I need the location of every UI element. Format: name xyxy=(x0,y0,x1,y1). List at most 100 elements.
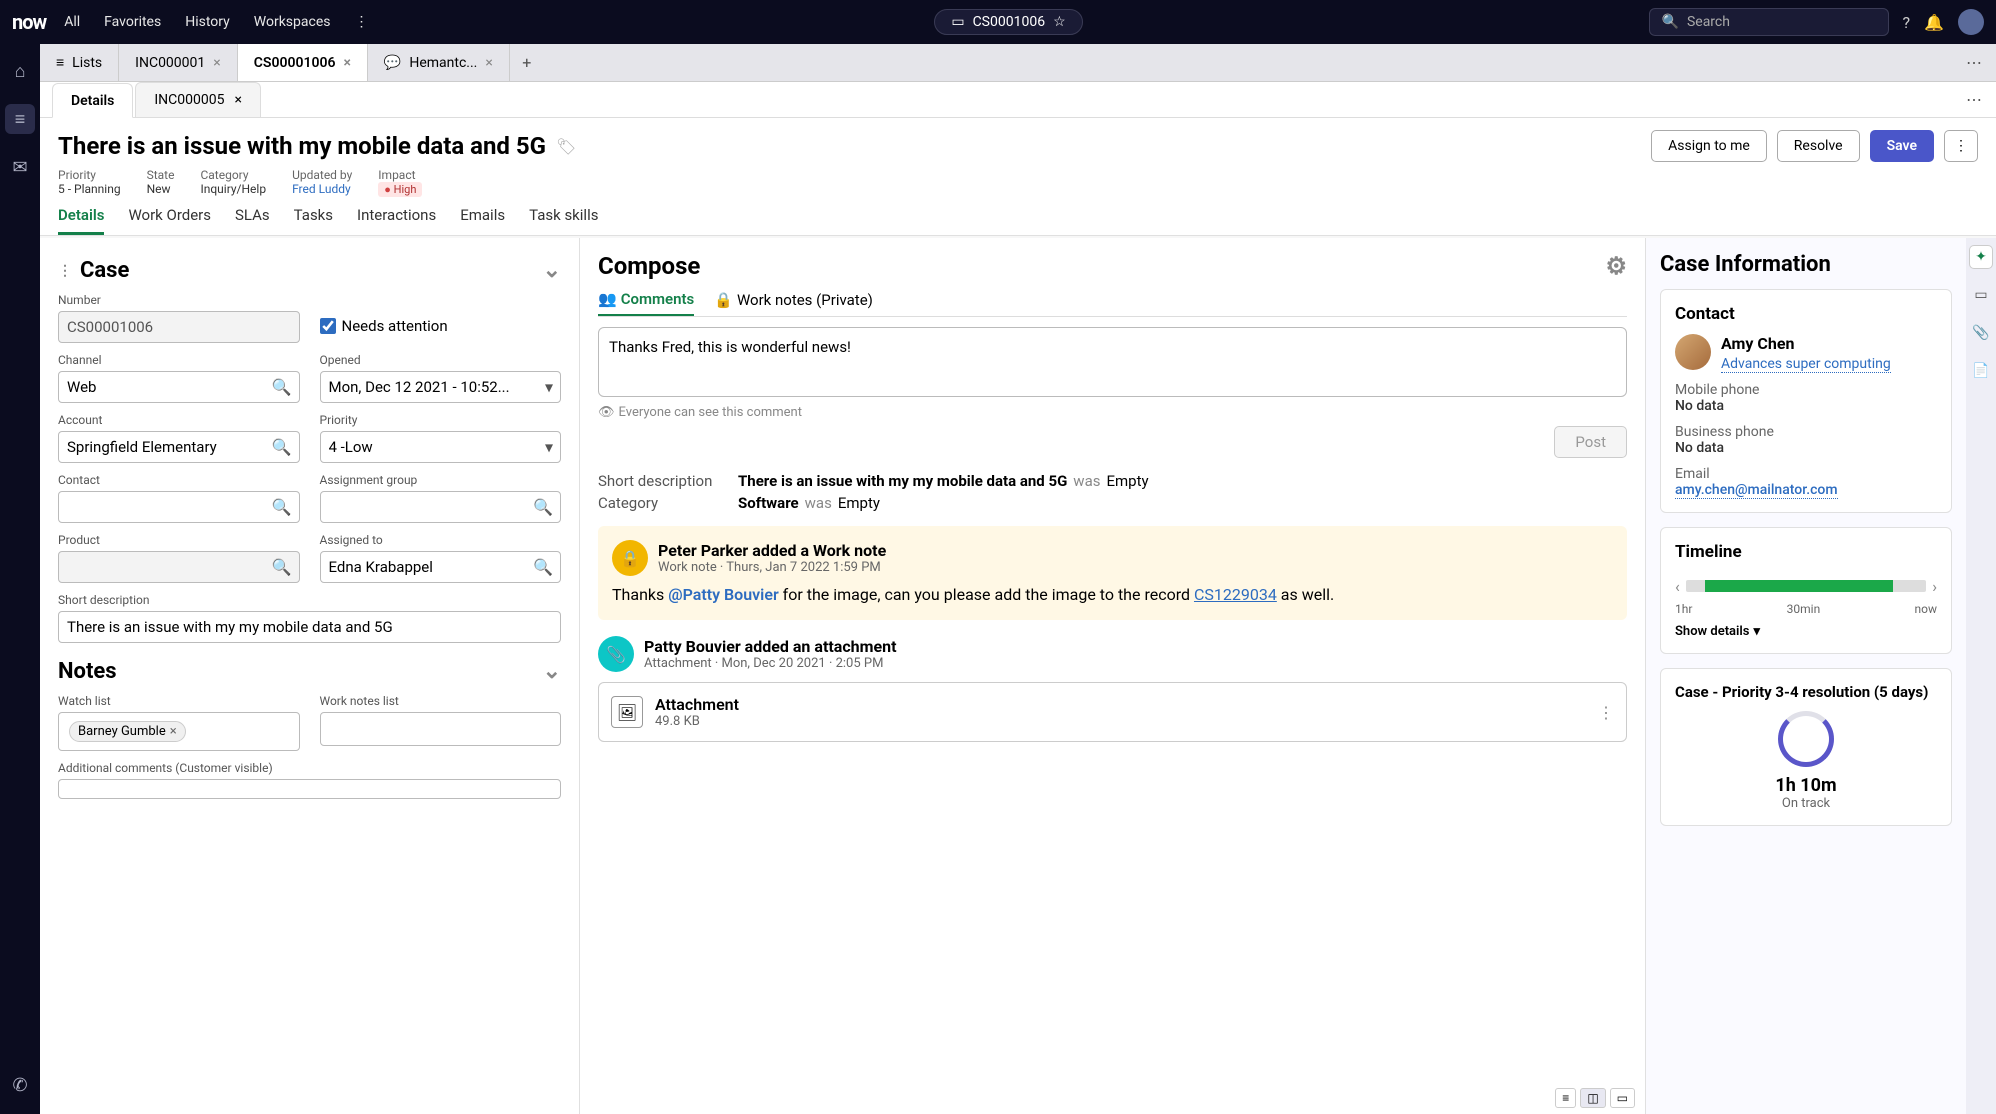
subtab-more-icon[interactable]: ⋯ xyxy=(1952,82,1996,117)
ctab-label: Work notes (Private) xyxy=(737,291,873,309)
tab-cs00001006[interactable]: CS00001006 × xyxy=(238,44,368,81)
field-changes: Short description There is an issue with… xyxy=(598,472,1627,512)
agent-assist-icon[interactable]: ✦ xyxy=(1970,246,1992,268)
watch-list-field[interactable]: Barney Gumble× xyxy=(58,712,300,751)
nav-history[interactable]: History xyxy=(185,14,230,30)
view-full-icon[interactable]: ▭ xyxy=(1610,1088,1635,1108)
rtab-slas[interactable]: SLAs xyxy=(235,206,270,235)
search-icon[interactable]: 🔍 xyxy=(272,438,292,457)
assign-to-me-button[interactable]: Assign to me xyxy=(1651,130,1767,162)
nav-all[interactable]: All xyxy=(64,14,80,30)
help-icon[interactable]: ? xyxy=(1903,13,1911,32)
record-pill[interactable]: ▭ CS0001006 ☆ xyxy=(934,9,1082,35)
compose-tab-worknotes[interactable]: 🔒Work notes (Private) xyxy=(714,290,873,316)
email-value[interactable]: amy.chen@mailnator.com xyxy=(1675,482,1838,499)
rtab-interactions[interactable]: Interactions xyxy=(357,206,436,235)
nav-more-icon[interactable]: ⋮ xyxy=(354,14,368,30)
tabstrip-more-icon[interactable]: ⋯ xyxy=(1952,44,1996,81)
search-icon[interactable]: 🔍 xyxy=(272,378,292,397)
tab-inc000001[interactable]: INC000001 × xyxy=(119,44,238,81)
needs-attention-checkbox[interactable] xyxy=(320,318,336,334)
short-desc-label: Short description xyxy=(58,593,561,607)
search-icon[interactable]: 🔍 xyxy=(533,558,553,577)
work-notes-list-field[interactable] xyxy=(320,712,562,746)
drag-handle-icon[interactable]: ⋮ xyxy=(58,263,72,279)
image-icon: 🖼 xyxy=(611,696,643,728)
home-icon[interactable]: ⌂ xyxy=(5,56,35,86)
subtab-inc000005[interactable]: INC000005 × xyxy=(135,82,261,117)
more-actions-icon[interactable]: ⋮ xyxy=(1944,130,1978,162)
post-button[interactable]: Post xyxy=(1554,426,1627,458)
tab-hemantc[interactable]: 💬 Hemantc... × xyxy=(368,44,510,81)
tab-lists[interactable]: ≡ Lists xyxy=(40,44,119,81)
subtab-label: Details xyxy=(71,93,114,109)
inbox-icon[interactable]: ✉ xyxy=(5,152,35,182)
phone-icon[interactable]: ✆ xyxy=(5,1070,35,1100)
short-desc-field[interactable] xyxy=(58,611,561,643)
search-icon[interactable]: 🔍 xyxy=(272,558,292,577)
rtab-work-orders[interactable]: Work Orders xyxy=(128,206,211,235)
view-list-icon[interactable]: ≡ xyxy=(1555,1088,1576,1108)
contact-name[interactable]: Amy Chen xyxy=(1721,334,1891,353)
chevron-left-icon[interactable]: ‹ xyxy=(1675,577,1680,596)
compose-textarea[interactable] xyxy=(598,327,1627,397)
save-button[interactable]: Save xyxy=(1870,130,1934,162)
close-icon[interactable]: × xyxy=(213,55,220,71)
tag-icon[interactable]: 🏷 xyxy=(556,137,576,156)
eye-icon: 👁 xyxy=(598,405,615,420)
star-icon[interactable]: ☆ xyxy=(1053,14,1066,30)
contact-sub-link[interactable]: Advances super computing xyxy=(1721,356,1891,373)
nav-workspaces[interactable]: Workspaces xyxy=(254,14,331,30)
channel-field[interactable] xyxy=(58,371,300,403)
chevron-down-icon[interactable]: ▾ xyxy=(545,378,553,397)
close-icon[interactable]: × xyxy=(234,92,241,108)
chevron-down-icon[interactable]: ⌄ xyxy=(543,659,561,684)
close-icon[interactable]: × xyxy=(343,55,350,71)
topbar: now All Favorites History Workspaces ⋮ ▭… xyxy=(0,0,1996,44)
chevron-right-icon[interactable]: › xyxy=(1932,577,1937,596)
opened-field[interactable] xyxy=(320,371,562,403)
timeline-bar[interactable] xyxy=(1686,580,1926,592)
chevron-down-icon[interactable]: ▾ xyxy=(545,438,553,457)
compose-tab-comments[interactable]: 👥Comments xyxy=(598,290,694,316)
assigned-to-field[interactable] xyxy=(320,551,562,583)
mention-link[interactable]: @Patty Bouvier xyxy=(668,585,778,604)
user-avatar[interactable] xyxy=(1958,9,1984,35)
email-label: Email xyxy=(1675,466,1937,482)
resolve-button[interactable]: Resolve xyxy=(1777,130,1860,162)
rtab-task-skills[interactable]: Task skills xyxy=(529,206,598,235)
meta-updatedby-value[interactable]: Fred Luddy xyxy=(292,182,351,196)
remove-chip-icon[interactable]: × xyxy=(170,724,177,739)
meta-category-value: Inquiry/Help xyxy=(200,182,266,196)
view-split-icon[interactable]: ◫ xyxy=(1580,1088,1605,1108)
search-icon[interactable]: 🔍 xyxy=(533,498,553,517)
rtab-tasks[interactable]: Tasks xyxy=(294,206,333,235)
nav-favorites[interactable]: Favorites xyxy=(104,14,161,30)
attachments-icon[interactable]: 📎 xyxy=(1970,322,1992,344)
list-icon[interactable]: ≡ xyxy=(5,104,35,134)
bell-icon[interactable]: 🔔 xyxy=(1924,13,1944,32)
assignment-group-field[interactable] xyxy=(320,491,562,523)
priority-field[interactable] xyxy=(320,431,562,463)
close-icon[interactable]: × xyxy=(485,55,492,71)
chat-icon: 💬 xyxy=(384,55,401,71)
search-icon[interactable]: 🔍 xyxy=(272,498,292,517)
show-details-toggle[interactable]: Show details▾ xyxy=(1675,624,1937,639)
attachment-box[interactable]: 🖼 Attachment 49.8 KB ⋮ xyxy=(598,682,1627,742)
account-field[interactable] xyxy=(58,431,300,463)
chevron-down-icon[interactable]: ⌄ xyxy=(543,258,561,283)
subtab-details[interactable]: Details xyxy=(52,83,133,118)
rtab-emails[interactable]: Emails xyxy=(460,206,505,235)
template-icon[interactable]: 📄 xyxy=(1970,360,1992,382)
additional-comments-label: Additional comments (Customer visible) xyxy=(58,761,561,775)
add-tab-button[interactable]: + xyxy=(510,44,544,81)
settings-icon[interactable]: ⚙ xyxy=(1605,252,1627,280)
card-icon[interactable]: ▭ xyxy=(1970,284,1992,306)
attachment-menu-icon[interactable]: ⋮ xyxy=(1598,703,1614,722)
fc-category-label: Category xyxy=(598,494,728,512)
additional-comments-field[interactable] xyxy=(58,779,561,799)
search-input[interactable]: 🔍 Search xyxy=(1649,8,1889,36)
rtab-details[interactable]: Details xyxy=(58,206,104,235)
record-link[interactable]: CS1229034 xyxy=(1194,585,1277,604)
contact-field[interactable] xyxy=(58,491,300,523)
